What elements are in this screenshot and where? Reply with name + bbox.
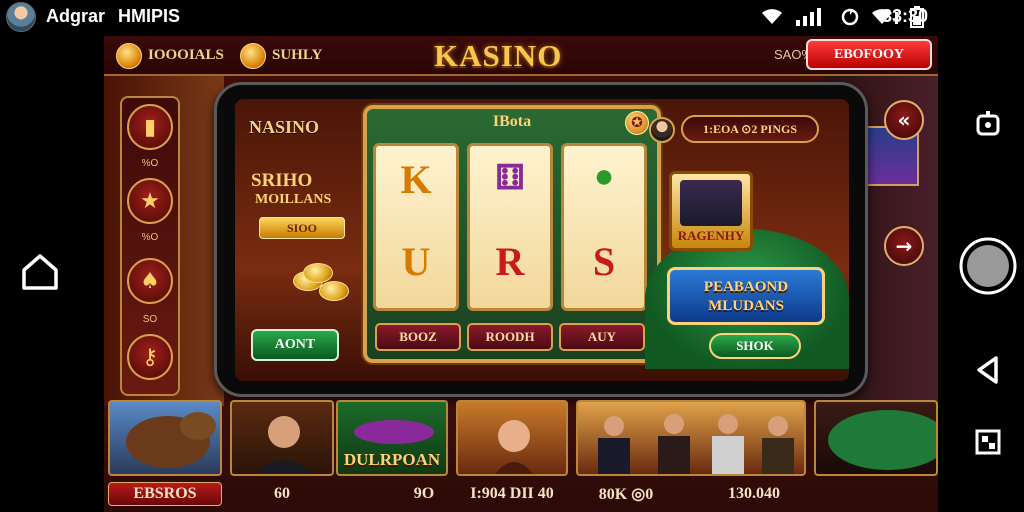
reel-symbol: S — [592, 239, 616, 284]
bull-tile[interactable] — [108, 400, 222, 476]
back-icon[interactable] — [968, 350, 1008, 390]
game-window: IOOOIALS SUHLY KASINO SAO% EBOFOOY ▮ %O … — [104, 36, 938, 512]
tile-caption: 60 — [274, 485, 290, 502]
user-name: Adgrar — [46, 6, 106, 26]
woman-tile[interactable] — [456, 400, 568, 476]
slot-header: IBota — [492, 113, 532, 130]
qr-icon[interactable] — [970, 424, 1006, 460]
sync-icon — [841, 8, 859, 26]
settings-icon[interactable]: ✪ — [625, 111, 649, 135]
wifi-icon — [762, 9, 782, 24]
slot-reel: ⚅ R — [467, 143, 553, 311]
show-button[interactable]: SHOK — [709, 333, 801, 359]
character-portrait — [680, 180, 742, 226]
dice-icon: ⚅ — [495, 160, 525, 197]
card-icon-button[interactable]: ▮ — [127, 104, 173, 150]
left-menu-label: %O — [141, 232, 159, 243]
slot-reel: K U — [373, 143, 459, 311]
app-name: HMIPIS — [118, 6, 181, 26]
bull-icon — [126, 412, 216, 468]
slot-button[interactable]: AUY — [559, 323, 645, 351]
slot-machine: IBota ✪ K U ⚅ R ● S BOOZ ROODH AUY — [363, 105, 661, 363]
currency-label-2[interactable]: SUHLY — [272, 47, 322, 64]
device-screen: Adgrar HMIPIS 33:30 IOOOIALS SUHLY KASIN… — [0, 0, 1024, 512]
reel-symbol: K — [400, 157, 432, 202]
hat-icon — [354, 420, 434, 444]
frog-icon: ● — [593, 158, 615, 195]
system-nav-rail — [940, 32, 1024, 512]
promo-heading: SRIHO — [251, 170, 313, 191]
slot-button[interactable]: ROODH — [467, 323, 553, 351]
clock: 33:30 — [881, 6, 928, 26]
tile-title: DULRPOAN — [343, 450, 441, 469]
tile-caption: I:904 DII 40 — [470, 485, 554, 502]
coin-icon — [240, 43, 266, 69]
player-tile[interactable] — [230, 400, 334, 476]
banner-line: MLUDANS — [708, 298, 784, 314]
key-icon-button[interactable]: ⚷ — [127, 334, 173, 380]
top-cta-button[interactable]: EBOFOOY — [806, 39, 932, 70]
left-rail — [0, 32, 104, 512]
character-card[interactable]: RAGENHY — [669, 171, 753, 251]
user-avatar[interactable] — [6, 2, 36, 32]
tile-caption: 80K ◎0 — [598, 486, 654, 503]
winners-group — [598, 414, 794, 474]
promo-button[interactable]: SIOO — [259, 217, 345, 239]
left-menu: ▮ %O ★ %O ♠ SO ⚷ — [120, 96, 180, 396]
tile-caption: 9O — [413, 485, 435, 502]
balance-pill[interactable]: 1:EOA ⊙2 PINGS — [681, 115, 819, 143]
slot-reel: ● S — [561, 143, 647, 311]
phone-frame: NASINO SRIHO MOILLANS SIOO AONT IBota ✪ … — [214, 82, 868, 397]
phone-app-title: NASINO — [249, 117, 320, 137]
left-menu-label: SO — [142, 314, 158, 325]
slot-button[interactable]: BOOZ — [375, 323, 461, 351]
reel-symbol: U — [401, 239, 431, 284]
character-card-label: RAGENHY — [677, 228, 745, 243]
action-button[interactable]: AONT — [251, 329, 339, 361]
phone-screen: NASINO SRIHO MOILLANS SIOO AONT IBota ✪ … — [235, 99, 849, 381]
tile-caption: EBSROS — [108, 482, 222, 506]
reel-symbol: R — [495, 239, 525, 284]
promo-banner[interactable]: PEABAOND MLUDANS — [667, 267, 825, 325]
hat-icon-button[interactable]: ♠ — [127, 258, 173, 304]
status-bar: Adgrar HMIPIS 33:30 — [0, 0, 1024, 32]
winners-tile[interactable] — [576, 400, 806, 476]
shutter-button[interactable] — [956, 234, 1020, 298]
game-top-bar: IOOOIALS SUHLY KASINO SAO% EBOFOOY — [104, 36, 938, 76]
player-avatar[interactable] — [649, 117, 675, 143]
player-portrait — [255, 416, 313, 474]
currency-label-1[interactable]: IOOOIALS — [148, 47, 224, 64]
tile-caption: 130.040 — [728, 485, 780, 502]
signal-icon — [796, 8, 821, 26]
woman-portrait — [495, 420, 533, 474]
coin-icon — [116, 43, 142, 69]
dulrpoan-tile[interactable]: DULRPOAN — [336, 400, 448, 476]
left-menu-label: %O — [141, 158, 159, 169]
banner-line: PEABAOND — [703, 279, 789, 295]
star-icon-button[interactable]: ★ — [127, 178, 173, 224]
coins-icon — [293, 263, 363, 303]
game-tiles: DULRPOAN EBSROS 60 9O I:904 DII 40 80K ◎… — [104, 398, 938, 512]
rotate-icon[interactable] — [968, 104, 1008, 144]
roulette-tile[interactable] — [814, 400, 938, 476]
brand-title: KASINO — [434, 38, 563, 73]
forward-arrow-button[interactable]: → — [884, 226, 924, 266]
roulette-table — [828, 410, 936, 470]
promo-subheading: MOILLANS — [255, 192, 332, 207]
back-arrow-button[interactable]: « — [884, 100, 924, 140]
home-icon[interactable] — [18, 250, 62, 294]
